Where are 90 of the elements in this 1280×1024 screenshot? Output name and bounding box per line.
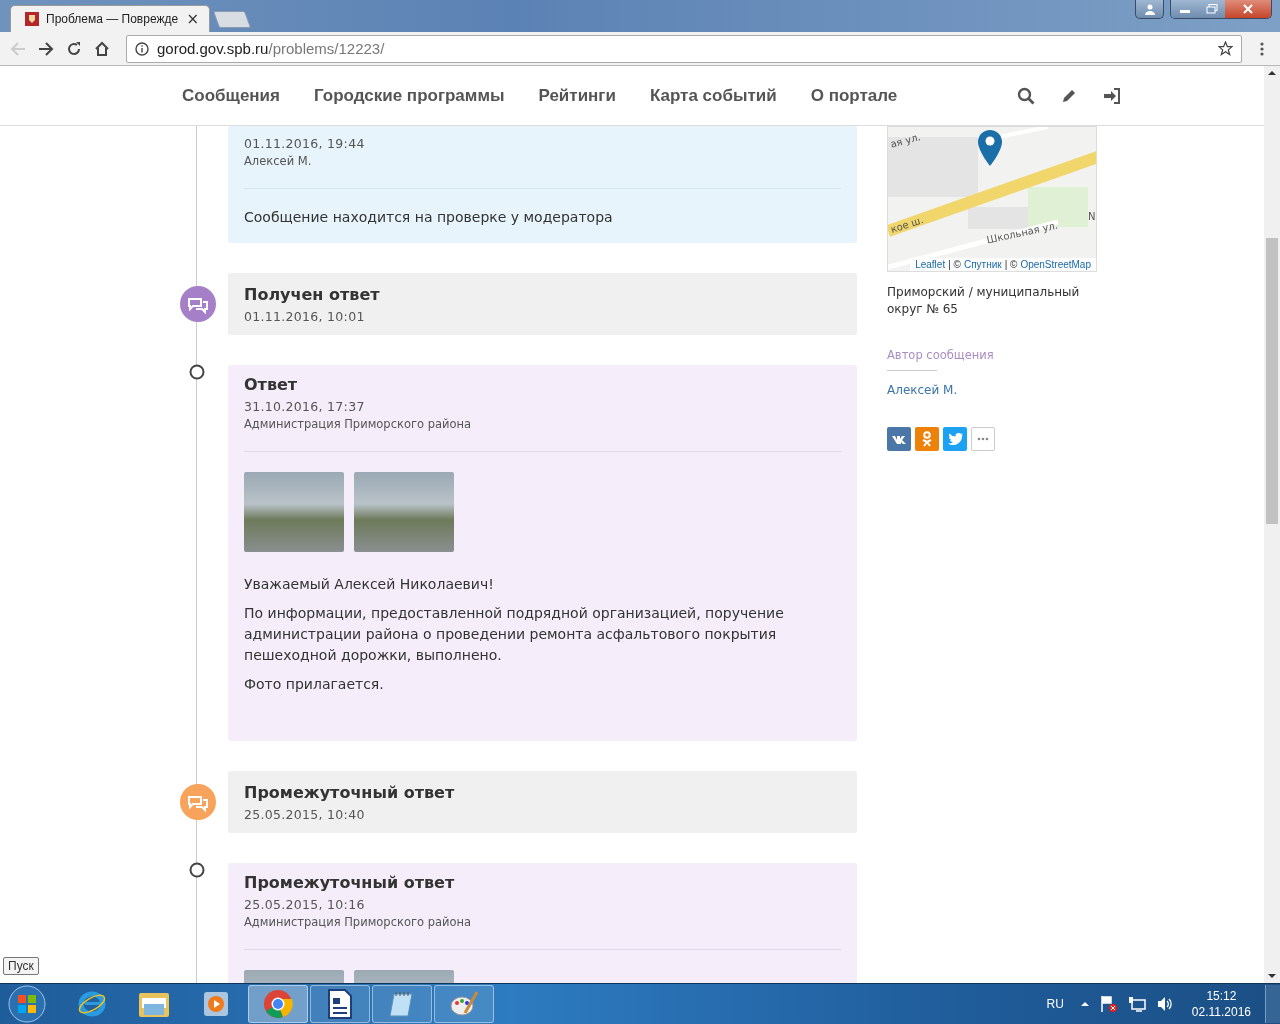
message-status-text: Сообщение находится на проверке у модератора (244, 209, 614, 225)
home-icon[interactable] (94, 40, 110, 57)
status-date: 25.05.2015, 10:40 (244, 807, 366, 822)
notepad-icon (388, 990, 416, 1018)
status-title: Промежуточный ответ (244, 783, 456, 802)
sign-in-icon[interactable] (1103, 87, 1122, 104)
coat-of-arms-icon (25, 12, 39, 26)
photo-placeholder[interactable] (244, 472, 344, 552)
info-icon (135, 41, 149, 56)
document-icon (328, 989, 352, 1019)
language-indicator[interactable]: RU (1046, 997, 1064, 1011)
tab-title: Проблема — Поврежде (46, 12, 180, 26)
map-panel[interactable]: ая ул. кое ш. Школьная ул. N Leaflet | © Спутник | © OpenStreetMap (887, 126, 1097, 272)
nav-link[interactable]: Рейтинги (538, 85, 616, 106)
taskbar-app-button[interactable] (310, 985, 370, 1023)
globe-ring-icon (77, 989, 107, 1019)
dots-icon (977, 437, 989, 441)
share-button[interactable] (887, 427, 911, 451)
restore-button[interactable] (1198, 0, 1225, 18)
attribution-text: | © (1004, 259, 1018, 270)
start-tooltip: Пуск (3, 957, 39, 975)
menu-icon[interactable] (1260, 41, 1264, 56)
pencil-icon[interactable] (1061, 87, 1078, 104)
forward-icon[interactable] (38, 40, 54, 57)
url-text: gorod.gov.spb.ru/problems/12223/ (157, 40, 386, 57)
new-tab-button[interactable] (212, 11, 252, 28)
reply-title: Ответ (244, 375, 299, 394)
browser-tab[interactable]: Проблема — Поврежде × (10, 5, 210, 32)
user-button[interactable] (1135, 0, 1164, 19)
share-button[interactable] (915, 427, 939, 451)
map-pin-icon (978, 130, 1002, 166)
close-tab-button[interactable]: × (186, 11, 199, 27)
reply-title: Промежуточный ответ (244, 873, 456, 892)
palette-icon (449, 989, 479, 1019)
flag-icon[interactable] (1099, 995, 1118, 1013)
nav-link[interactable]: Городские программы (314, 85, 505, 106)
bird-icon (947, 433, 963, 445)
author-label: Автор сообщения (887, 348, 995, 362)
reload-icon[interactable] (66, 40, 82, 57)
street-label: кое ш. (889, 214, 925, 235)
street-label: ая ул. (889, 131, 922, 150)
reply-author: Администрация Приморского района (244, 417, 473, 431)
status-date: 01.11.2016, 10:01 (244, 309, 366, 324)
clock-date: 02.11.2016 (1191, 1004, 1251, 1020)
scroll-thumb[interactable] (1266, 238, 1278, 524)
start-button[interactable] (8, 985, 46, 1023)
restore-icon (1205, 4, 1218, 14)
message-date: 01.11.2016, 19:44 (244, 136, 366, 151)
person-icon (1143, 3, 1156, 15)
reply-paragraph: По информации, предоставленной подрядной организацией, поручение администрации района о проведении ремонта асфальтового покрытия пешеходной дорожки, выполнено. (244, 604, 785, 665)
street-label: Школьная ул. (985, 219, 1059, 246)
photo-placeholder[interactable] (354, 472, 454, 552)
close-button[interactable] (1225, 0, 1271, 18)
timeline-dot-icon (189, 364, 205, 380)
share-button[interactable] (943, 427, 967, 451)
nav-link[interactable]: Сообщения (182, 85, 280, 106)
attribution-link[interactable]: Leaflet (915, 259, 946, 270)
clock-time: 15:12 (1206, 988, 1237, 1004)
reply-paragraph: Уважаемый Алексей Николаевич! (244, 575, 495, 594)
nav-link[interactable]: Карта событий (649, 85, 777, 106)
clock[interactable]: 15:12 02.11.2016 (1191, 988, 1251, 1020)
status-title: Получен ответ (244, 285, 381, 304)
district-text: Приморский / муниципальный округ № 65 (887, 284, 1081, 318)
map-label: N (1088, 211, 1096, 222)
attribution-link[interactable]: OpenStreetMap (1020, 259, 1091, 270)
reply-paragraph: Фото прилагается. (244, 675, 385, 694)
search-icon[interactable] (1017, 86, 1036, 105)
caret-icon[interactable] (1079, 1000, 1090, 1008)
volume-icon[interactable] (1155, 995, 1174, 1013)
scrollbar[interactable] (1264, 66, 1280, 983)
more-share-button[interactable] (971, 427, 995, 451)
play-icon (203, 991, 229, 1017)
reply-author: Администрация Приморского района (244, 915, 473, 929)
timeline-dot-icon (189, 862, 205, 878)
reply-date: 31.10.2016, 17:37 (244, 399, 366, 414)
close-icon (1242, 4, 1254, 14)
minimize-button[interactable] (1171, 0, 1198, 18)
nav-link[interactable]: О портале (810, 85, 898, 106)
attribution-link[interactable]: Спутник (963, 259, 1002, 270)
address-bar[interactable]: gorod.gov.spb.ru/problems/12223/ (126, 34, 1242, 63)
message-author: Алексей М. (244, 154, 313, 168)
network-icon[interactable] (1127, 995, 1146, 1013)
author-link[interactable]: Алексей М. (887, 383, 1097, 397)
attribution-text: | © (948, 259, 961, 270)
star-icon[interactable] (1218, 41, 1233, 56)
circle-logo-icon (263, 989, 293, 1019)
reply-date: 25.05.2015, 10:16 (244, 897, 366, 912)
person-icon (922, 431, 932, 447)
folder-icon (138, 990, 170, 1018)
vk-icon (892, 434, 906, 444)
